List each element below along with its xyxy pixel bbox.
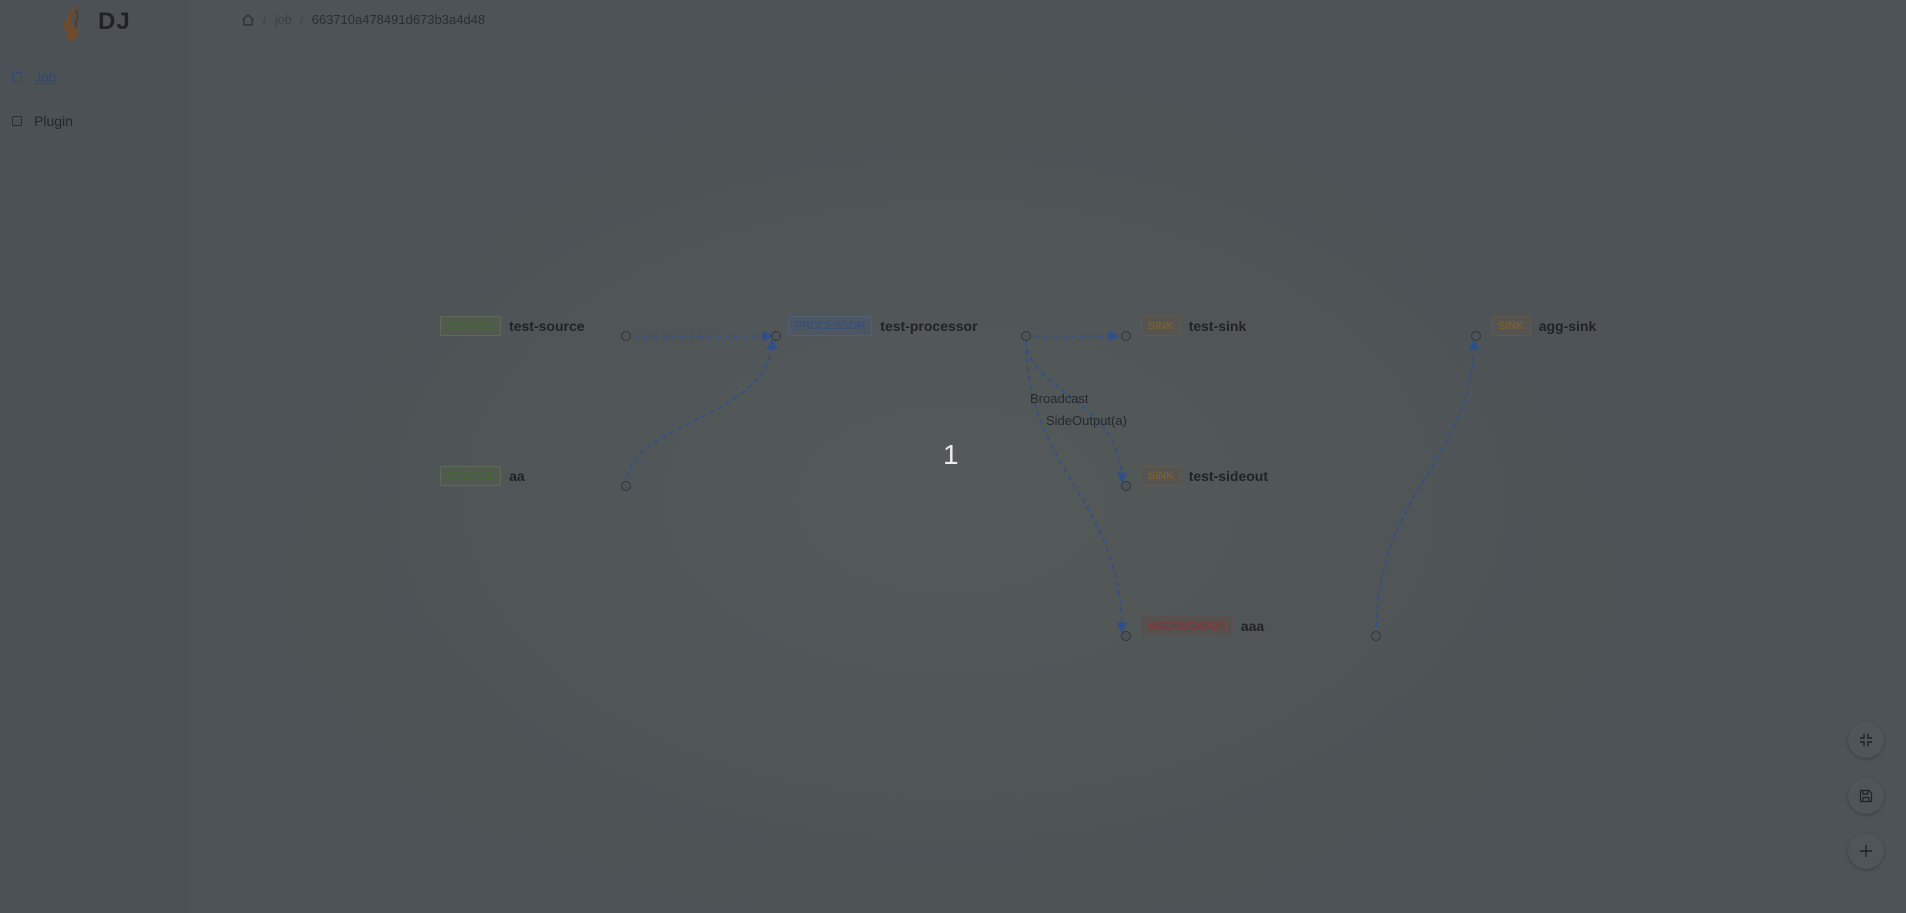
save-icon (1859, 789, 1873, 803)
node-name: aa (509, 468, 525, 484)
port-aaa-out[interactable] (1371, 631, 1381, 641)
sidebar-item-label: Plugin (34, 113, 73, 129)
node-type-badge: SINK (1491, 316, 1531, 336)
logo-text: DJ (98, 8, 131, 35)
graph-node[interactable]: SINK agg-sink (1491, 314, 1596, 338)
guide-step-number: 1 (943, 439, 959, 470)
job-icon (12, 72, 22, 82)
edge-processor-to-aaa[interactable] (1025, 339, 1128, 634)
sidebar-item-plugin[interactable]: Plugin (0, 101, 190, 141)
edge-processor-to-test-sideout[interactable] (1025, 339, 1128, 484)
port-processor-in[interactable] (771, 331, 781, 341)
node-name: test-sideout (1188, 468, 1269, 484)
sidebar: DJ Job Plugin (0, 0, 190, 913)
job-graph (621, 330, 1481, 641)
port-aaa-in[interactable] (1121, 631, 1131, 641)
graph-node[interactable]: SINK test-sideout (1141, 464, 1268, 488)
save-button[interactable] (1848, 778, 1884, 814)
compress-icon (1860, 734, 1872, 746)
logo-flame-icon (63, 4, 79, 41)
node-type-badge: AGGREGATOR (1141, 616, 1233, 636)
edge-aaa-to-agg-sink[interactable] (1375, 338, 1480, 637)
port-processor-out[interactable] (1021, 331, 1031, 341)
port-agg-sink-in[interactable] (1471, 331, 1481, 341)
node-type-badge: SINK (1141, 466, 1181, 486)
plus-icon (1860, 845, 1872, 857)
node-name: test-source (509, 318, 585, 334)
graph-node[interactable]: PROCESSOR test-processor (788, 314, 978, 338)
add-node-button[interactable] (1848, 833, 1884, 869)
port-aa-out[interactable] (621, 481, 631, 491)
node-type-badge: SOURCE (440, 466, 502, 486)
graph-node[interactable]: SINK test-sink (1141, 314, 1246, 338)
main-area: / job / 663710a478491d673b3a4d48 SOURCE … (190, 0, 1906, 913)
port-test-sink-in[interactable] (1121, 331, 1131, 341)
port-test-sideout-in[interactable] (1121, 481, 1131, 491)
graph-node[interactable]: SOURCE aa (440, 464, 525, 488)
edge-label-broadcast: Broadcast (1030, 391, 1089, 406)
sidebar-item-label: Job (34, 69, 57, 85)
graph-node[interactable]: SOURCE test-source (440, 314, 585, 338)
port-test-source-out[interactable] (621, 331, 631, 341)
app-logo[interactable]: DJ (60, 0, 131, 44)
graph-node[interactable]: AGGREGATOR aaa (1141, 614, 1264, 638)
edge-label-sideoutput: SideOutput(a) (1046, 413, 1127, 428)
fit-view-button[interactable] (1848, 722, 1884, 758)
node-name: test-processor (880, 318, 978, 334)
node-name: aaa (1240, 618, 1265, 634)
node-type-badge: PROCESSOR (788, 316, 873, 336)
node-type-badge: SINK (1141, 316, 1181, 336)
sidebar-item-job[interactable]: Job (0, 57, 190, 97)
node-type-badge: SOURCE (440, 316, 502, 336)
edge-aa-to-processor[interactable] (625, 338, 778, 487)
plugin-icon (12, 116, 22, 126)
node-name: test-sink (1188, 318, 1247, 334)
node-name: agg-sink (1538, 318, 1597, 334)
